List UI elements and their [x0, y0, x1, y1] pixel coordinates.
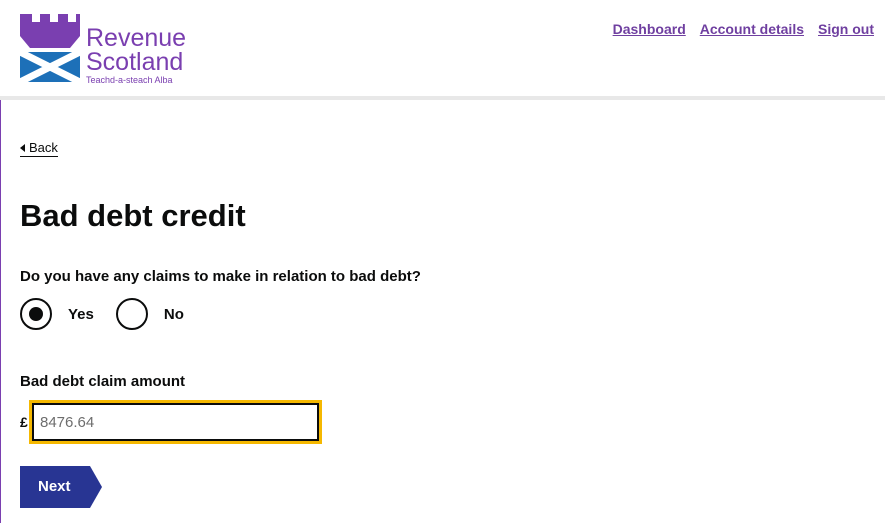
radio-no[interactable]: No	[115, 298, 184, 330]
radio-yes-circle[interactable]	[20, 298, 52, 330]
radio-yes[interactable]: Yes	[20, 298, 94, 330]
bad-debt-question: Do you have any claims to make in relati…	[20, 268, 421, 285]
nav-dashboard-link[interactable]: Dashboard	[613, 21, 686, 37]
logo-emblem-icon	[18, 14, 82, 86]
revenue-scotland-logo[interactable]: Revenue Scotland Teachd-a-steach Alba	[18, 14, 200, 86]
header-divider	[0, 96, 885, 100]
currency-symbol: £	[20, 414, 28, 430]
next-button-label: Next	[38, 478, 71, 495]
back-arrow-icon	[20, 143, 25, 152]
logo-line-scotland: Scotland	[86, 48, 184, 76]
logo-line-revenue: Revenue	[86, 24, 187, 52]
next-button[interactable]: Next	[20, 466, 102, 508]
radio-no-circle[interactable]	[115, 298, 148, 330]
back-link[interactable]: Back	[20, 140, 58, 157]
site-header: Revenue Scotland Teachd-a-steach Alba Da…	[0, 0, 885, 96]
logo-wordmark: Revenue Scotland Teachd-a-steach Alba	[86, 26, 186, 86]
page-title: Bad debt credit	[20, 198, 246, 233]
nav-sign-out-link[interactable]: Sign out	[818, 21, 874, 37]
header-nav: Dashboard Account details Sign out	[613, 21, 874, 37]
radio-no-label: No	[163, 305, 184, 323]
logo-line-gaelic: Teachd-a-steach Alba	[86, 75, 173, 85]
bad-debt-amount-input[interactable]	[29, 400, 322, 444]
radio-yes-label: Yes	[68, 305, 94, 323]
nav-account-details-link[interactable]: Account details	[700, 21, 804, 37]
back-link-label: Back	[29, 140, 58, 155]
bad-debt-radio-group: Yes No	[20, 298, 184, 330]
amount-field-label: Bad debt claim amount	[20, 373, 186, 390]
